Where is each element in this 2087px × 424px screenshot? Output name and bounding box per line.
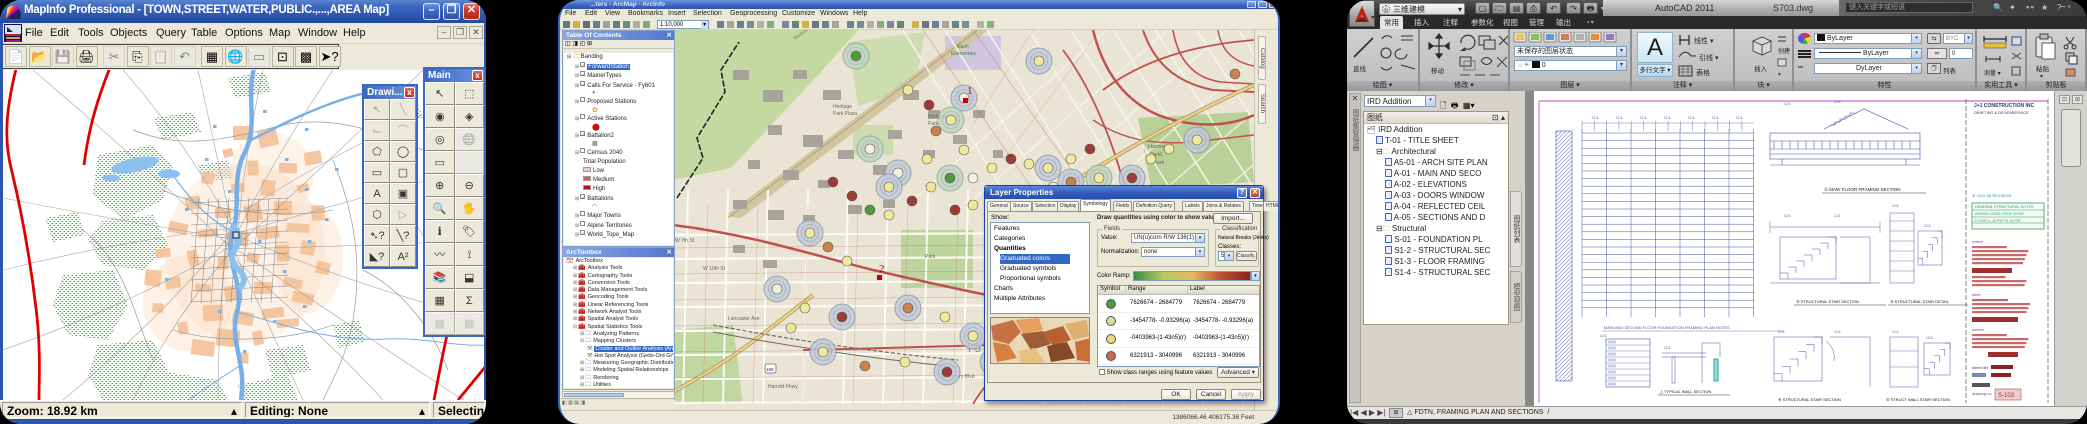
svg-text:steel: steel (1972, 292, 1981, 297)
svg-text:12-6: 12-6 (1712, 116, 1719, 120)
svg-text:Lancaster Ave: Lancaster Ave (728, 316, 760, 322)
svg-text:线性 ▾: 线性 ▾ (1694, 36, 1714, 45)
svg-text:△ TYPICAL WALL SECTION: △ TYPICAL WALL SECTION (1660, 389, 1711, 394)
svg-text:DESIGN LOADS: ROOF 40 PSF: DESIGN LOADS: ROOF 40 PSF (1975, 212, 2024, 216)
svg-text:Nash: Nash (957, 44, 969, 50)
svg-text:FLOOR LL 40 PSF DL 10 PSF: FLOOR LL 40 PSF DL 10 PSF (1975, 219, 2021, 223)
svg-text:12-6: 12-6 (1834, 330, 1841, 334)
svg-text:移动: 移动 (1431, 66, 1445, 75)
svg-text:插入: 插入 (1754, 64, 1768, 73)
svg-text:⊕ 2010-08 REVISION: ⊕ 2010-08 REVISION (1972, 193, 2011, 198)
svg-text:MAIN AND SECOND FLOOR FOUNDATI: MAIN AND SECOND FLOOR FOUNDATION FRAMING… (1604, 325, 1730, 330)
svg-text:测量 ▾: 测量 ▾ (1984, 69, 2001, 77)
svg-text:④ STRUCTURAL STAIR SECTION: ④ STRUCTURAL STAIR SECTION (1778, 397, 1841, 402)
svg-text:表格: 表格 (1696, 68, 1710, 77)
svg-text:Park: Park (925, 254, 936, 260)
svg-text:J+1 CONSTRUCTION INC: J+1 CONSTRUCTION INC (1974, 103, 2035, 109)
svg-text:12-6: 12-6 (1778, 330, 1785, 334)
svg-text:2: 2 (879, 263, 885, 275)
svg-text:12-6: 12-6 (1736, 116, 1743, 120)
svg-text:12-6: 12-6 (1892, 330, 1899, 334)
svg-text:12-6: 12-6 (1688, 116, 1695, 120)
svg-text:S-103: S-103 (1998, 393, 2015, 399)
svg-text:引线 ▾: 引线 ▾ (1699, 53, 1719, 62)
svg-text:12-6: 12-6 (1892, 204, 1899, 208)
svg-text:① MAIN FLOOR FRAMING SECTION: ① MAIN FLOOR FRAMING SECTION (1824, 187, 1901, 192)
svg-text:12-6: 12-6 (1924, 224, 1931, 228)
svg-text:粘贴: 粘贴 (2036, 64, 2050, 73)
svg-text:W 7th St: W 7th St (675, 238, 695, 244)
svg-text:12-6: 12-6 (1834, 214, 1841, 218)
svg-text:Elementary: Elementary (951, 51, 977, 57)
svg-text:W 10th St: W 10th St (703, 266, 726, 272)
svg-text:12-6: 12-6 (1664, 116, 1671, 120)
svg-text:united: united (1972, 239, 1983, 244)
svg-text:sheet list: sheet list (1972, 365, 1989, 370)
svg-text:Park Plaza: Park Plaza (833, 111, 857, 117)
svg-text:1: 1 (967, 85, 973, 97)
svg-text:12-6: 12-6 (1784, 214, 1791, 218)
svg-text:Heritage: Heritage (833, 104, 852, 110)
svg-text:创建: 创建 (1778, 47, 1790, 55)
svg-text:drawing no: drawing no (1972, 391, 1992, 396)
svg-text:12-6: 12-6 (1834, 100, 1841, 104)
svg-text:GENERAL STRUCTURAL NOTES: GENERAL STRUCTURAL NOTES (1975, 205, 2034, 209)
svg-text:12-6: 12-6 (1600, 334, 1607, 338)
svg-text:SERVICE: SERVICE (2012, 111, 2029, 115)
svg-text:12-6: 12-6 (1640, 116, 1647, 120)
svg-text:Harrold Pkwy: Harrold Pkwy (768, 384, 798, 390)
svg-text:12-6: 12-6 (1592, 116, 1599, 120)
svg-text:▾: ▾ (2040, 74, 2043, 79)
svg-text:199: 199 (766, 367, 774, 372)
svg-text:12-6: 12-6 (1616, 116, 1623, 120)
svg-text:② STRUCTURAL STAIR SECTION: ② STRUCTURAL STAIR SECTION (1796, 299, 1859, 304)
svg-text:12-6: 12-6 (1784, 102, 1791, 106)
svg-text:⑤ STRUCT WALL STAIR SECTION: ⑤ STRUCT WALL STAIR SECTION (1886, 397, 1950, 402)
svg-text:12-6: 12-6 (1664, 346, 1671, 350)
svg-text:DRAFTING & DESIGN: DRAFTING & DESIGN (1974, 111, 2013, 115)
svg-text:12-6: 12-6 (1926, 336, 1933, 340)
svg-text:▾: ▾ (1778, 72, 1781, 78)
svg-text:直线: 直线 (1353, 64, 1367, 73)
svg-text:lumber: lumber (1972, 327, 1985, 332)
svg-text:③ STRUCTURAL STAIR DETAIL: ③ STRUCTURAL STAIR DETAIL (1890, 299, 1950, 304)
